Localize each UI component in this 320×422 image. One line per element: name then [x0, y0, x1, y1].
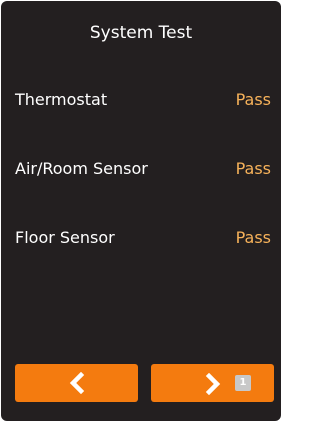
test-label: Floor Sensor	[15, 228, 115, 247]
chevron-right-icon	[203, 373, 223, 395]
test-status: Pass	[235, 228, 271, 247]
test-label: Air/Room Sensor	[15, 159, 148, 178]
next-button[interactable]: 1	[151, 364, 274, 402]
test-label: Thermostat	[15, 90, 108, 109]
page-number-badge: 1	[235, 375, 251, 391]
chevron-left-icon	[67, 372, 87, 394]
test-status: Pass	[235, 90, 271, 109]
page-title: System Test	[89, 23, 193, 43]
test-row-floor-sensor: Floor Sensor Pass	[15, 228, 271, 252]
test-row-thermostat: Thermostat Pass	[15, 90, 271, 114]
back-button[interactable]	[15, 364, 138, 402]
test-status: Pass	[235, 159, 271, 178]
test-row-air-room-sensor: Air/Room Sensor Pass	[15, 159, 271, 183]
system-test-screen: System Test Thermostat Pass Air/Room Sen…	[1, 1, 281, 421]
